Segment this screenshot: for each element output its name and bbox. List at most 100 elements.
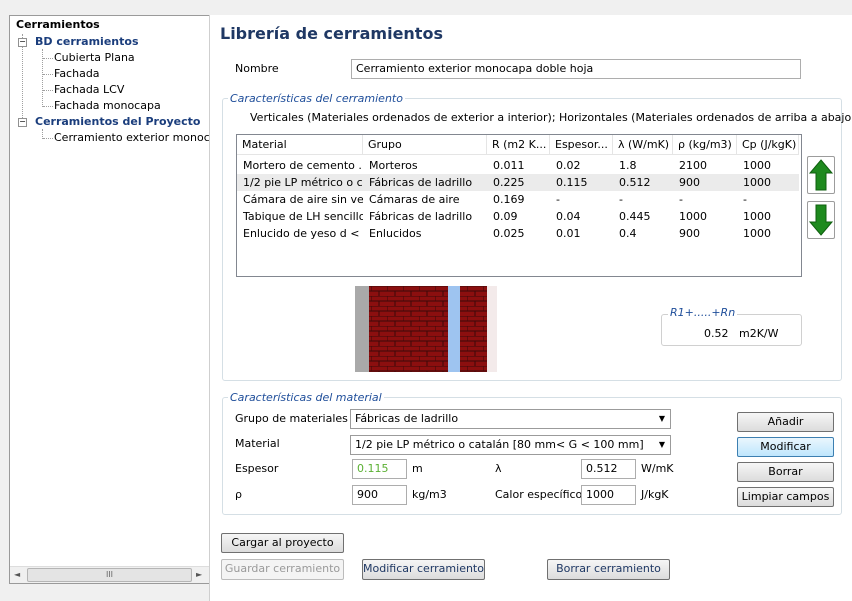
- cell-espesor: 0.01: [556, 227, 581, 240]
- layers-table[interactable]: Material Grupo R (m2 K... Espesor... λ (…: [236, 134, 802, 277]
- modificar-button[interactable]: Modificar: [737, 437, 834, 457]
- material-select[interactable]: 1/2 pie LP métrico o catalán [80 mm< G <…: [350, 435, 671, 455]
- orientation-note: Verticales (Materiales ordenados de exte…: [250, 111, 852, 124]
- cell-material: 1/2 pie LP métrico o c...: [243, 176, 363, 189]
- material-group-legend: Características del material: [228, 391, 384, 404]
- cell-grupo: Morteros: [369, 159, 418, 172]
- cell-rho: 900: [679, 227, 700, 240]
- horizontal-scrollbar[interactable]: ◄ III ►: [10, 566, 209, 583]
- table-row[interactable]: Cámara de aire sin ve... Cámaras de aire…: [237, 191, 799, 208]
- material-select-value: 1/2 pie LP métrico o catalán [80 mm< G <…: [355, 438, 644, 451]
- col-header-r[interactable]: R (m2 K...: [487, 135, 550, 155]
- cell-r: 0.169: [493, 193, 525, 206]
- grupo-label: Grupo de materiales: [235, 412, 348, 425]
- cell-espesor: 0.04: [556, 210, 581, 223]
- cell-grupo: Enlucidos: [369, 227, 422, 240]
- col-header-grupo[interactable]: Grupo: [363, 135, 487, 155]
- cargar-proyecto-button[interactable]: Cargar al proyecto: [221, 533, 344, 553]
- move-down-button[interactable]: [807, 201, 835, 239]
- sum-unit: m2K/W: [739, 327, 779, 340]
- cell-grupo: Fábricas de ladrillo: [369, 176, 473, 189]
- table-row-selected[interactable]: 1/2 pie LP métrico o c... Fábricas de la…: [237, 174, 799, 191]
- cell-material: Mortero de cemento ...: [243, 159, 363, 172]
- cell-r: 0.225: [493, 176, 525, 189]
- espesor-field[interactable]: 0.115: [352, 459, 407, 479]
- borrar-cerramiento-button[interactable]: Borrar cerramiento: [547, 559, 670, 580]
- page-title: Librería de cerramientos: [220, 24, 443, 43]
- cell-rho: 2100: [679, 159, 707, 172]
- table-row[interactable]: Tabique de LH sencillo... Fábricas de la…: [237, 208, 799, 225]
- calor-label: Calor específico: [495, 488, 583, 501]
- cell-espesor: 0.02: [556, 159, 581, 172]
- grupo-select-value: Fábricas de ladrillo: [355, 412, 459, 425]
- guardar-cerramiento-button[interactable]: Guardar cerramiento: [221, 559, 344, 580]
- rho-unit: kg/m3: [412, 488, 447, 501]
- modificar-cerramiento-button[interactable]: Modificar cerramiento: [362, 559, 485, 580]
- tree-item-fachada[interactable]: Fachada: [54, 67, 100, 80]
- cell-rho: 900: [679, 176, 700, 189]
- cell-lambda: 0.445: [619, 210, 651, 223]
- col-header-lambda[interactable]: λ (W/mK): [613, 135, 673, 155]
- cell-lambda: 0.512: [619, 176, 651, 189]
- tree-item-fachada-monocapa[interactable]: Fachada monocapa: [54, 99, 161, 112]
- cell-rho: -: [679, 193, 683, 206]
- cell-grupo: Cámaras de aire: [369, 193, 460, 206]
- cell-r: 0.011: [493, 159, 525, 172]
- nombre-field[interactable]: Cerramiento exterior monocapa doble hoja: [351, 59, 801, 79]
- rho-label: ρ: [235, 488, 242, 501]
- cell-rho: 1000: [679, 210, 707, 223]
- cell-cp: 1000: [743, 159, 771, 172]
- table-row[interactable]: Enlucido de yeso d < ... Enlucidos 0.025…: [237, 225, 799, 242]
- lambda-label: λ: [495, 462, 502, 475]
- anadir-button[interactable]: Añadir: [737, 412, 834, 432]
- scroll-right-icon[interactable]: ►: [196, 570, 202, 579]
- collapse-icon[interactable]: −: [18, 118, 27, 127]
- material-label: Material: [235, 437, 280, 450]
- cell-material: Cámara de aire sin ve...: [243, 193, 363, 206]
- cell-r: 0.025: [493, 227, 525, 240]
- espesor-unit: m: [412, 462, 423, 475]
- tree-item-cubierta-plana[interactable]: Cubierta Plana: [54, 51, 135, 64]
- scroll-left-icon[interactable]: ◄: [14, 570, 20, 579]
- tree-item-bd-cerramientos[interactable]: BD cerramientos: [35, 35, 139, 48]
- tree-root[interactable]: Cerramientos: [16, 18, 100, 31]
- cell-cp: 1000: [743, 227, 771, 240]
- sum-value: 0.52: [704, 327, 729, 340]
- col-header-rho[interactable]: ρ (kg/m3): [673, 135, 737, 155]
- cell-r: 0.09: [493, 210, 518, 223]
- cell-material: Tabique de LH sencillo...: [243, 210, 363, 223]
- cell-espesor: -: [556, 193, 560, 206]
- lambda-field[interactable]: 0.512: [581, 459, 636, 479]
- col-header-cp[interactable]: Cp (J/kgK): [737, 135, 799, 155]
- calor-field[interactable]: 1000: [581, 485, 636, 505]
- cell-cp: 1000: [743, 176, 771, 189]
- tree-item-fachada-lcv[interactable]: Fachada LCV: [54, 83, 124, 96]
- tree-item-cerramiento-exterior-monocapa[interactable]: Cerramiento exterior monocapa: [54, 131, 230, 144]
- cell-espesor: 0.115: [556, 176, 588, 189]
- scroll-thumb[interactable]: III: [27, 568, 192, 582]
- cell-lambda: -: [619, 193, 623, 206]
- col-header-material[interactable]: Material: [237, 135, 363, 155]
- tree-view[interactable]: Cerramientos − BD cerramientos Cubierta …: [9, 15, 230, 584]
- arrow-down-icon: [808, 204, 834, 236]
- grupo-select[interactable]: Fábricas de ladrillo ▼: [350, 409, 671, 429]
- cell-lambda: 0.4: [619, 227, 637, 240]
- limpiar-campos-button[interactable]: Limpiar campos: [737, 487, 834, 507]
- move-up-button[interactable]: [807, 156, 835, 194]
- nombre-label: Nombre: [235, 62, 279, 75]
- tree-item-cerramientos-proyecto[interactable]: Cerramientos del Proyecto: [35, 115, 200, 128]
- collapse-icon[interactable]: −: [18, 38, 27, 47]
- espesor-label: Espesor: [235, 462, 279, 475]
- calor-unit: J/kgK: [641, 488, 669, 501]
- wall-section-preview: [355, 286, 497, 372]
- table-row[interactable]: Mortero de cemento ... Morteros 0.011 0.…: [237, 157, 799, 174]
- col-header-espesor[interactable]: Espesor...: [550, 135, 613, 155]
- rho-field[interactable]: 900: [352, 485, 407, 505]
- sum-label: R1+.....+Rn: [668, 306, 738, 319]
- cell-lambda: 1.8: [619, 159, 637, 172]
- chevron-down-icon: ▼: [658, 440, 665, 449]
- borrar-button[interactable]: Borrar: [737, 462, 834, 482]
- cell-grupo: Fábricas de ladrillo: [369, 210, 473, 223]
- cell-material: Enlucido de yeso d < ...: [243, 227, 363, 240]
- arrow-up-icon: [808, 159, 834, 191]
